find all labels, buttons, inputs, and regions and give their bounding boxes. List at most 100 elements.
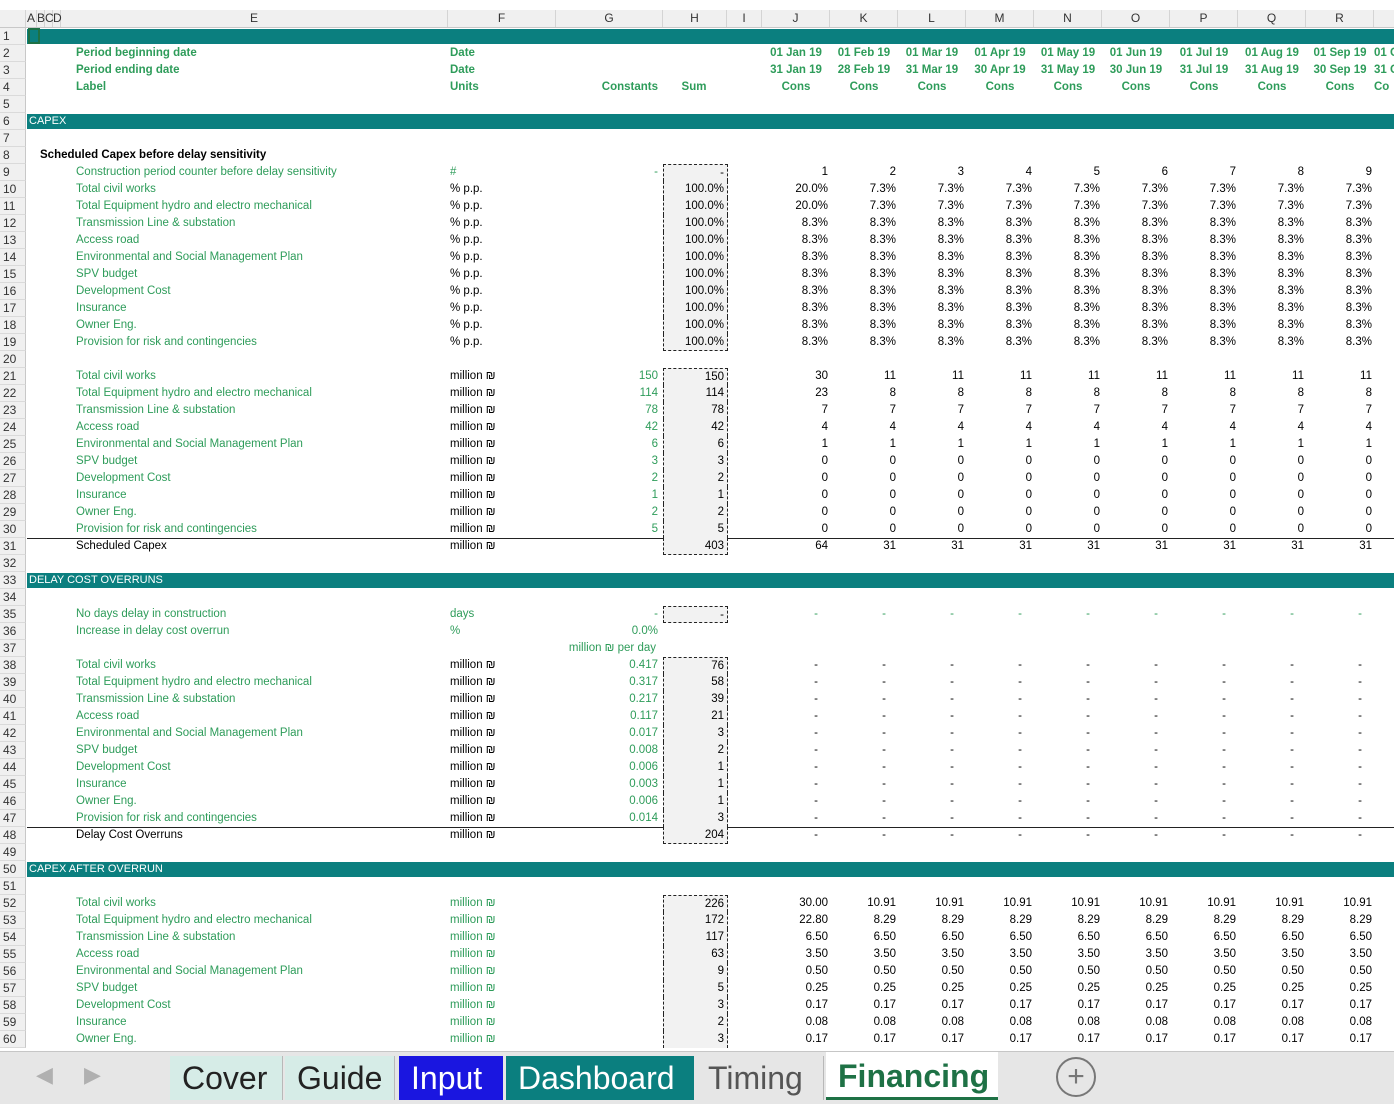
value-cell[interactable]: 8.3%: [762, 317, 830, 334]
constant-cell[interactable]: 0.317: [556, 674, 658, 691]
value-cell[interactable]: 0.08: [1034, 1014, 1102, 1031]
value-cell[interactable]: -: [1238, 742, 1306, 759]
value-cell[interactable]: 0: [1102, 453, 1170, 470]
constant-cell[interactable]: 2: [556, 470, 658, 487]
value-cell[interactable]: 8.3%: [898, 249, 966, 266]
row-label[interactable]: Period beginning date: [76, 45, 448, 62]
units-cell[interactable]: % p.p.: [450, 232, 556, 249]
row-number[interactable]: 14: [0, 249, 26, 266]
value-cell[interactable]: 0.50: [830, 963, 898, 980]
sum-cell[interactable]: Sum: [663, 79, 728, 96]
sum-cell[interactable]: 100.0%: [663, 317, 728, 334]
value-cell[interactable]: 0: [762, 453, 830, 470]
row-label[interactable]: Insurance: [76, 487, 448, 504]
value-cell[interactable]: 6: [1102, 164, 1170, 181]
row-number[interactable]: 47: [0, 810, 26, 827]
value-cell[interactable]: -: [1170, 759, 1238, 776]
value-cell[interactable]: -: [1170, 708, 1238, 725]
row-number[interactable]: 27: [0, 470, 26, 487]
value-cell[interactable]: Cons: [1034, 79, 1102, 96]
column-header[interactable]: O: [1102, 10, 1170, 27]
value-cell[interactable]: 0.17: [966, 1031, 1034, 1048]
value-cell[interactable]: 01 Feb 19: [830, 45, 898, 62]
value-cell[interactable]: 0.50: [1306, 963, 1374, 980]
value-cell[interactable]: Cons: [1238, 79, 1306, 96]
value-cell[interactable]: 8.3%: [762, 266, 830, 283]
value-cell[interactable]: 30 Sep 19: [1306, 62, 1374, 79]
value-cell[interactable]: 7.3%: [1102, 198, 1170, 215]
value-cell[interactable]: -: [1034, 776, 1102, 793]
row-label[interactable]: Environmental and Social Management Plan: [76, 963, 448, 980]
value-cell[interactable]: -: [1238, 691, 1306, 708]
value-cell[interactable]: 0.17: [1306, 1031, 1374, 1048]
row-label[interactable]: Development Cost: [76, 759, 448, 776]
row-label[interactable]: Transmission Line & substation: [76, 402, 448, 419]
value-cell[interactable]: 1: [898, 436, 966, 453]
row-label[interactable]: Insurance: [76, 1014, 448, 1031]
value-cell[interactable]: 8.3%: [762, 249, 830, 266]
sum-cell[interactable]: 403: [663, 538, 728, 555]
value-cell[interactable]: 8: [1238, 385, 1306, 402]
constant-cell[interactable]: 3: [556, 453, 658, 470]
value-cell[interactable]: 0: [1034, 453, 1102, 470]
value-cell[interactable]: 6.50: [966, 929, 1034, 946]
value-cell[interactable]: -: [1102, 742, 1170, 759]
value-cell[interactable]: 0.17: [898, 997, 966, 1014]
value-cell[interactable]: Cons: [830, 79, 898, 96]
value-cell[interactable]: 0: [1306, 453, 1374, 470]
units-cell[interactable]: million ₪: [450, 1031, 556, 1048]
row-number[interactable]: 5: [0, 96, 26, 113]
sheet-tab-timing[interactable]: Timing: [696, 1056, 824, 1100]
value-cell[interactable]: 8.3%: [1306, 266, 1374, 283]
sum-cell[interactable]: -: [663, 606, 728, 623]
value-cell[interactable]: 8.29: [1102, 912, 1170, 929]
value-cell[interactable]: -: [1238, 725, 1306, 742]
value-cell[interactable]: 8.3%: [1238, 300, 1306, 317]
value-cell[interactable]: 0: [1170, 470, 1238, 487]
units-cell[interactable]: % p.p.: [450, 283, 556, 300]
value-cell[interactable]: 01 Jan 19: [762, 45, 830, 62]
value-cell[interactable]: -: [762, 691, 830, 708]
units-cell[interactable]: % p.p.: [450, 215, 556, 232]
constant-cell[interactable]: Constants: [556, 79, 658, 96]
value-cell[interactable]: -: [898, 759, 966, 776]
value-cell[interactable]: 8.29: [898, 912, 966, 929]
constant-cell[interactable]: -: [556, 606, 658, 623]
sum-cell[interactable]: 6: [663, 436, 728, 453]
row-label[interactable]: Owner Eng.: [76, 1031, 448, 1048]
column-header[interactable]: N: [1034, 10, 1102, 27]
column-header[interactable]: G: [556, 10, 663, 27]
value-cell[interactable]: 8.3%: [1238, 266, 1306, 283]
value-cell[interactable]: 0.50: [1170, 963, 1238, 980]
units-cell[interactable]: million ₪: [450, 708, 556, 725]
value-cell[interactable]: 7.3%: [830, 181, 898, 198]
value-cell[interactable]: -: [1306, 742, 1374, 759]
row-number[interactable]: 29: [0, 504, 26, 521]
value-cell[interactable]: 0: [762, 521, 830, 538]
value-cell[interactable]: -: [1170, 742, 1238, 759]
value-cell[interactable]: -: [830, 606, 898, 623]
value-cell[interactable]: 0.08: [1306, 1014, 1374, 1031]
value-cell[interactable]: -: [1102, 776, 1170, 793]
value-cell[interactable]: 0: [830, 504, 898, 521]
value-cell[interactable]: 8.29: [1306, 912, 1374, 929]
sum-cell[interactable]: 100.0%: [663, 283, 728, 300]
value-cell[interactable]: 0: [762, 487, 830, 504]
sum-cell[interactable]: 39: [663, 691, 728, 708]
value-cell[interactable]: -: [1170, 674, 1238, 691]
sum-cell[interactable]: 5: [663, 521, 728, 538]
value-cell[interactable]: -: [1170, 793, 1238, 810]
value-cell[interactable]: 4: [1102, 419, 1170, 436]
row-number[interactable]: 40: [0, 691, 26, 708]
row-label[interactable]: Total civil works: [76, 181, 448, 198]
units-cell[interactable]: %: [450, 623, 556, 640]
row-number[interactable]: 21: [0, 368, 26, 385]
row-number[interactable]: 11: [0, 198, 26, 215]
value-cell[interactable]: -: [966, 708, 1034, 725]
value-cell[interactable]: -: [762, 606, 830, 623]
sum-cell[interactable]: 150: [663, 368, 728, 385]
row-number[interactable]: 25: [0, 436, 26, 453]
units-cell[interactable]: million ₪: [450, 521, 556, 538]
value-cell[interactable]: 8.3%: [830, 215, 898, 232]
value-cell[interactable]: -: [1306, 725, 1374, 742]
